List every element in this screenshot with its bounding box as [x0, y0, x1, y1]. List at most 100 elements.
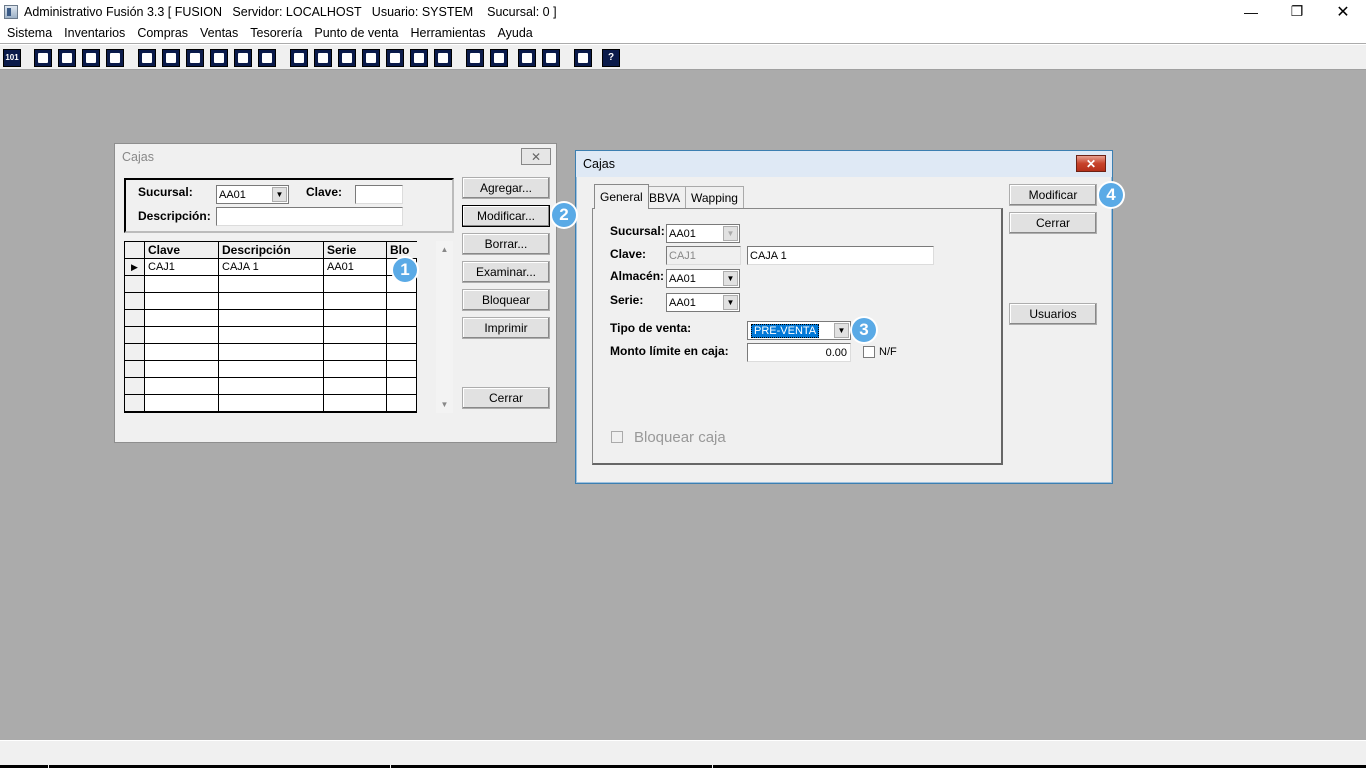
almacen-select[interactable]: AA01 ▼ — [666, 269, 740, 288]
empty-cell[interactable] — [145, 361, 219, 378]
row-header[interactable] — [125, 327, 145, 344]
chevron-down-icon[interactable]: ▼ — [723, 271, 738, 286]
empty-cell[interactable] — [145, 276, 219, 293]
modificar-button[interactable]: Modificar — [1009, 184, 1097, 206]
col-clave[interactable]: Clave — [145, 242, 219, 259]
menu-ventas[interactable]: Ventas — [194, 26, 244, 40]
scroll-down-icon[interactable]: ▼ — [436, 396, 453, 413]
empty-cell[interactable] — [219, 327, 324, 344]
empty-cell[interactable] — [145, 310, 219, 327]
descripcion-filter-input[interactable] — [216, 207, 403, 226]
tab-wapping[interactable]: Wapping — [685, 186, 744, 208]
restore-button[interactable]: ❐ — [1274, 0, 1320, 23]
transfer-icon[interactable] — [82, 49, 100, 67]
usuarios-button[interactable]: Usuarios — [1009, 303, 1097, 325]
box-icon[interactable] — [314, 49, 332, 67]
empty-cell[interactable] — [324, 361, 387, 378]
row-header[interactable] — [125, 344, 145, 361]
empty-cell[interactable] — [145, 378, 219, 395]
bloquear-button[interactable]: Bloquear — [462, 289, 550, 311]
zoom-icon[interactable] — [490, 49, 508, 67]
report-icon[interactable] — [410, 49, 428, 67]
folder-icon[interactable] — [162, 49, 180, 67]
empty-cell[interactable] — [324, 276, 387, 293]
empty-cell[interactable] — [219, 378, 324, 395]
people-icon[interactable] — [290, 49, 308, 67]
empty-cell[interactable] — [145, 327, 219, 344]
empty-cell[interactable] — [387, 395, 417, 412]
minimize-button[interactable]: — — [1228, 0, 1274, 23]
tab-bbva[interactable]: BBVA — [643, 186, 687, 208]
empty-cell[interactable] — [324, 327, 387, 344]
col-descripcion[interactable]: Descripción — [219, 242, 324, 259]
print-icon[interactable] — [210, 49, 228, 67]
empty-cell[interactable] — [387, 344, 417, 361]
add-icon[interactable] — [362, 49, 380, 67]
empty-cell[interactable] — [219, 276, 324, 293]
chevron-down-icon[interactable]: ▼ — [834, 323, 849, 338]
back-icon[interactable] — [574, 49, 592, 67]
cerrar-edit-button[interactable]: Cerrar — [1009, 212, 1097, 234]
clave-description-field[interactable]: CAJA 1 — [747, 246, 934, 265]
clave-filter-input[interactable] — [355, 185, 403, 204]
cerrar-list-button[interactable]: Cerrar — [462, 387, 550, 409]
borrar-button[interactable]: Borrar... — [462, 233, 550, 255]
table-row-serie[interactable]: AA01 — [324, 259, 387, 276]
menu-tesoreria[interactable]: Tesorería — [244, 26, 308, 40]
money-icon[interactable] — [386, 49, 404, 67]
menu-sistema[interactable]: Sistema — [1, 26, 58, 40]
row-header[interactable] — [125, 395, 145, 412]
empty-cell[interactable] — [145, 395, 219, 412]
row-header[interactable] — [125, 361, 145, 378]
menu-herramientas[interactable]: Herramientas — [404, 26, 491, 40]
edit-close-icon[interactable]: ✕ — [1076, 155, 1106, 172]
row-indicator[interactable]: ▶ — [125, 259, 145, 276]
menu-inventarios[interactable]: Inventarios — [58, 26, 131, 40]
undo-icon[interactable] — [542, 49, 560, 67]
grid-scrollbar[interactable]: ▲ ▼ — [436, 241, 453, 413]
tab-general[interactable]: General — [594, 184, 649, 209]
col-serie[interactable]: Serie — [324, 242, 387, 259]
empty-cell[interactable] — [387, 310, 417, 327]
agregar-button[interactable]: Agregar... — [462, 177, 550, 199]
empty-cell[interactable] — [219, 310, 324, 327]
sucursal-filter-select[interactable]: AA01 ▼ — [216, 185, 289, 204]
document-icon[interactable] — [234, 49, 252, 67]
menu-ayuda[interactable]: Ayuda — [492, 26, 539, 40]
row-header[interactable] — [125, 310, 145, 327]
modificar-list-button[interactable]: Modificar... — [462, 205, 550, 227]
tipo-venta-select[interactable]: PRE-VENTA ▼ — [747, 321, 851, 340]
menu-punto-de-venta[interactable]: Punto de venta — [308, 26, 404, 40]
table-row-descripcion[interactable]: CAJA 1 — [219, 259, 324, 276]
find-icon[interactable] — [106, 49, 124, 67]
nf-checkbox[interactable] — [863, 346, 875, 358]
import-icon[interactable] — [186, 49, 204, 67]
calculator-icon[interactable]: 101 — [3, 49, 21, 67]
empty-cell[interactable] — [219, 361, 324, 378]
refresh-icon[interactable] — [518, 49, 536, 67]
chevron-down-icon[interactable]: ▼ — [272, 187, 287, 202]
list-close-icon[interactable]: ✕ — [521, 148, 551, 165]
empty-cell[interactable] — [324, 344, 387, 361]
empty-cell[interactable] — [145, 293, 219, 310]
copy-icon[interactable] — [34, 49, 52, 67]
empty-cell[interactable] — [324, 378, 387, 395]
chevron-down-icon[interactable]: ▼ — [723, 295, 738, 310]
table-row-clave[interactable]: CAJ1 — [145, 259, 219, 276]
empty-cell[interactable] — [387, 327, 417, 344]
monto-limite-input[interactable]: 0.00 — [747, 343, 851, 362]
imprimir-button[interactable]: Imprimir — [462, 317, 550, 339]
scroll-up-icon[interactable]: ▲ — [436, 241, 453, 258]
list-icon[interactable] — [258, 49, 276, 67]
empty-cell[interactable] — [324, 395, 387, 412]
empty-cell[interactable] — [219, 344, 324, 361]
empty-cell[interactable] — [324, 310, 387, 327]
export-icon[interactable] — [338, 49, 356, 67]
empty-cell[interactable] — [145, 344, 219, 361]
home-icon[interactable] — [466, 49, 484, 67]
empty-cell[interactable] — [387, 378, 417, 395]
serie-select[interactable]: AA01 ▼ — [666, 293, 740, 312]
empty-cell[interactable] — [219, 293, 324, 310]
empty-cell[interactable] — [387, 293, 417, 310]
clipboard-icon[interactable] — [58, 49, 76, 67]
